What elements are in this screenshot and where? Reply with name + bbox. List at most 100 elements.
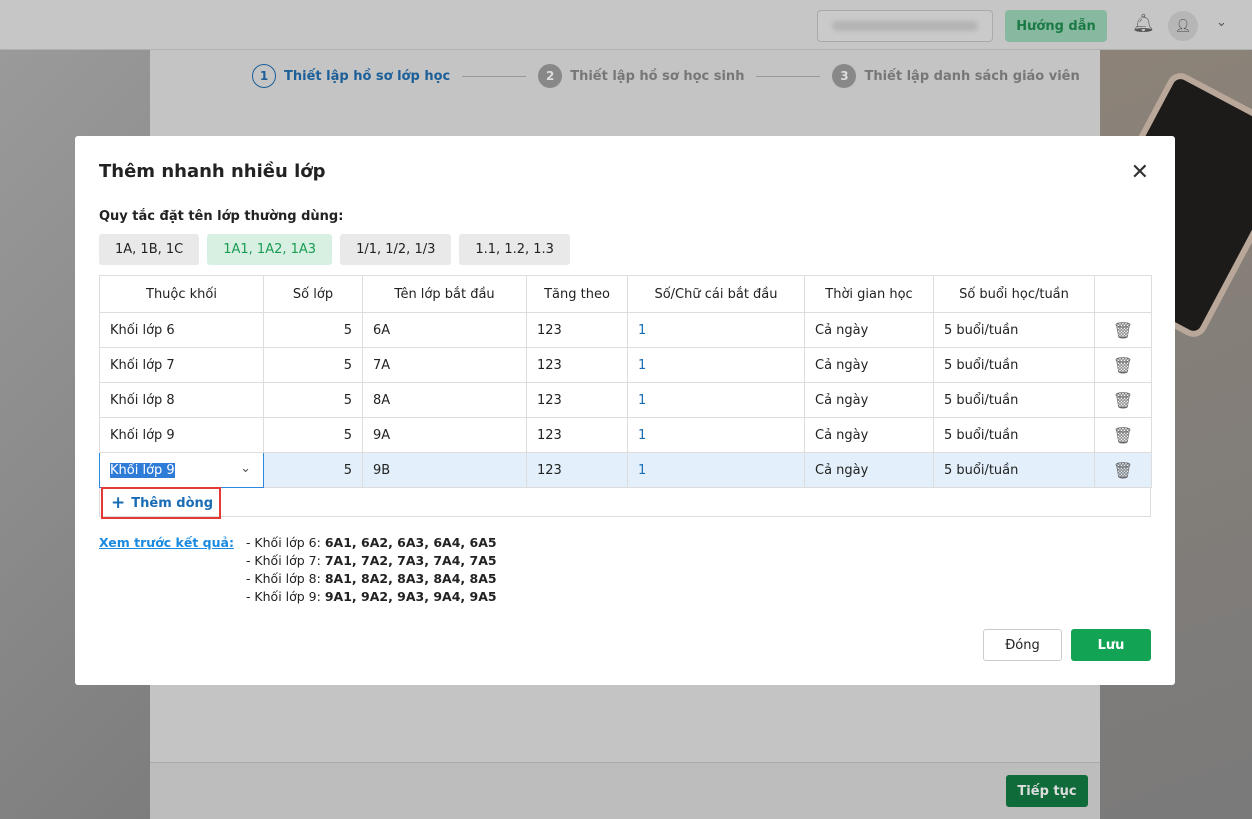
trash-icon[interactable]: 🗑︎ — [1094, 382, 1152, 418]
add-row-label: Thêm dòng — [131, 495, 214, 511]
study-time-cell[interactable]: Cả ngày — [804, 382, 934, 418]
study-time-cell[interactable]: Cả ngày — [804, 417, 934, 453]
preview-grade: - Khối lớp 9: — [245, 589, 325, 604]
sessions-cell[interactable]: 5 buổi/tuần — [933, 347, 1095, 383]
increment-cell[interactable]: 123 — [526, 382, 628, 418]
avatar[interactable]: 👤︎ — [1168, 11, 1198, 41]
column-header-actions — [1094, 275, 1152, 313]
sessions-cell[interactable]: 5 buổi/tuần — [933, 312, 1095, 348]
step-divider — [462, 75, 527, 77]
close-icon[interactable]: ✕ — [1131, 160, 1149, 185]
class-count-cell[interactable]: 5 — [263, 382, 363, 418]
step-number: 1 — [252, 64, 276, 88]
study-time-cell[interactable]: Cả ngày — [804, 452, 934, 488]
step-label: Thiết lập hồ sơ học sinh — [570, 68, 745, 84]
footer-bar — [150, 762, 1100, 819]
cancel-button[interactable]: Đóng — [983, 629, 1062, 661]
preview-classes: 8A1, 8A2, 8A3, 8A4, 8A5 — [324, 571, 497, 586]
table-row[interactable]: Khối lớp 6 5 6A 123 1 Cả ngày 5 buổi/tuần 🗑︎ — [99, 312, 1152, 348]
start-char-cell[interactable]: 1 — [627, 382, 805, 418]
start-name-cell[interactable]: 8A — [362, 382, 527, 418]
table-row[interactable]: Khối lớp 9 ⌄ 5 9B 123 1 Cả ngày 5 buổi/tuần 🗑︎ — [99, 452, 1152, 488]
sessions-cell[interactable]: 5 buổi/tuần — [933, 382, 1095, 418]
sessions-cell[interactable]: 5 buổi/tuần — [933, 417, 1095, 453]
start-char-cell[interactable]: 1 — [627, 312, 805, 348]
preview-item: - Khối lớp 8: 8A1, 8A2, 8A3, 8A4, 8A5 — [246, 570, 497, 588]
preview-classes: 9A1, 9A2, 9A3, 9A4, 9A5 — [324, 589, 497, 604]
start-char-cell[interactable]: 1 — [627, 417, 805, 453]
bell-icon[interactable]: 🔔︎ — [1132, 13, 1155, 34]
table-row[interactable]: Khối lớp 7 5 7A 123 1 Cả ngày 5 buổi/tuần 🗑︎ — [99, 347, 1152, 383]
preview-link[interactable]: Xem trước kết quả: — [99, 534, 234, 606]
class-count-cell[interactable]: 5 — [263, 312, 363, 348]
trash-icon[interactable]: 🗑︎ — [1094, 347, 1152, 383]
grade-cell[interactable]: Khối lớp 6 — [99, 312, 264, 348]
trash-icon[interactable]: 🗑︎ — [1094, 417, 1152, 453]
preset-button-selected[interactable]: 1A1, 1A2, 1A3 — [207, 234, 333, 265]
increment-cell[interactable]: 123 — [526, 452, 628, 488]
continue-button[interactable]: Tiếp tục — [1006, 775, 1088, 807]
step-1[interactable]: 1 Thiết lập hồ sơ lớp học — [252, 64, 450, 88]
step-divider — [756, 75, 821, 77]
step-2[interactable]: 2 Thiết lập hồ sơ học sinh — [538, 64, 744, 88]
grade-select-value: Khối lớp 9 — [110, 462, 175, 478]
start-name-cell[interactable]: 9B — [362, 452, 527, 488]
grade-cell[interactable]: Khối lớp 7 — [99, 347, 264, 383]
preview-item: - Khối lớp 7: 7A1, 7A2, 7A3, 7A4, 7A5 — [246, 552, 497, 570]
chevron-down-icon[interactable]: ⌄ — [1216, 15, 1227, 30]
study-time-cell[interactable]: Cả ngày — [804, 312, 934, 348]
naming-presets: 1A, 1B, 1C 1A1, 1A2, 1A3 1/1, 1/2, 1/3 1… — [99, 234, 570, 265]
table-row[interactable]: Khối lớp 8 5 8A 123 1 Cả ngày 5 buổi/tuần 🗑︎ — [99, 382, 1152, 418]
start-char-cell[interactable]: 1 — [627, 452, 805, 488]
preview-item: - Khối lớp 9: 9A1, 9A2, 9A3, 9A4, 9A5 — [246, 588, 497, 606]
start-name-cell[interactable]: 9A — [362, 417, 527, 453]
plus-icon: + — [111, 493, 126, 513]
column-header: Tăng theo — [526, 275, 628, 313]
step-number: 2 — [538, 64, 563, 88]
class-count-cell[interactable]: 5 — [263, 417, 363, 453]
grade-cell[interactable]: Khối lớp 8 — [99, 382, 264, 418]
start-name-cell[interactable]: 6A — [362, 312, 527, 348]
step-label: Thiết lập danh sách giáo viên — [864, 68, 1080, 84]
column-header: Thuộc khối — [99, 275, 264, 313]
preview-classes: 7A1, 7A2, 7A3, 7A4, 7A5 — [324, 553, 497, 568]
step-label: Thiết lập hồ sơ lớp học — [284, 68, 451, 84]
increment-cell[interactable]: 123 — [526, 312, 628, 348]
trash-icon[interactable]: 🗑︎ — [1094, 312, 1152, 348]
column-header: Tên lớp bắt đầu — [362, 275, 527, 313]
grade-select[interactable]: Khối lớp 9 ⌄ — [99, 452, 264, 488]
step-3[interactable]: 3 Thiết lập danh sách giáo viên — [832, 64, 1080, 88]
add-row-area — [99, 488, 1151, 517]
table-header: Thuộc khối Số lớp Tên lớp bắt đầu Tăng theo… — [99, 275, 1152, 313]
preview-grade: - Khối lớp 7: — [245, 553, 325, 568]
column-header: Thời gian học — [804, 275, 934, 313]
preset-button[interactable]: 1A, 1B, 1C — [99, 234, 200, 265]
column-header: Số buổi học/tuần — [933, 275, 1095, 313]
naming-rule-label: Quy tắc đặt tên lớp thường dùng: — [99, 209, 344, 224]
class-count-cell[interactable]: 5 — [263, 347, 363, 383]
start-name-cell[interactable]: 7A — [362, 347, 527, 383]
preset-button[interactable]: 1/1, 1/2, 1/3 — [340, 234, 452, 265]
sessions-cell[interactable]: 5 buổi/tuần — [933, 452, 1095, 488]
save-button[interactable]: Lưu — [1071, 629, 1151, 661]
classes-table: Thuộc khối Số lớp Tên lớp bắt đầu Tăng theo… — [99, 275, 1152, 488]
table-row[interactable]: Khối lớp 9 5 9A 123 1 Cả ngày 5 buổi/tuần 🗑︎ — [99, 417, 1152, 453]
guide-button[interactable]: Hướng dẫn — [1005, 10, 1107, 42]
start-char-cell[interactable]: 1 — [627, 347, 805, 383]
increment-cell[interactable]: 123 — [526, 417, 628, 453]
chevron-down-icon[interactable]: ⌄ — [240, 461, 251, 476]
school-search-input[interactable] — [817, 10, 993, 42]
preview-grade: - Khối lớp 6: — [245, 535, 325, 550]
preview-list: - Khối lớp 6: 6A1, 6A2, 6A3, 6A4, 6A5- K… — [246, 534, 497, 606]
study-time-cell[interactable]: Cả ngày — [804, 347, 934, 383]
preset-button[interactable]: 1.1, 1.2, 1.3 — [459, 234, 570, 265]
preview-item: - Khối lớp 6: 6A1, 6A2, 6A3, 6A4, 6A5 — [246, 534, 497, 552]
quick-add-classes-dialog: Thêm nhanh nhiều lớp ✕ Quy tắc đặt tên l… — [75, 136, 1175, 685]
class-count-cell[interactable]: 5 — [263, 452, 363, 488]
trash-icon[interactable]: 🗑︎ — [1094, 452, 1152, 488]
add-row-button[interactable]: + Thêm dòng — [101, 487, 221, 519]
top-bar: Hướng dẫn 🔔︎ 👤︎ ⌄ — [0, 0, 1252, 50]
step-number: 3 — [832, 64, 857, 88]
grade-cell[interactable]: Khối lớp 9 — [99, 417, 264, 453]
increment-cell[interactable]: 123 — [526, 347, 628, 383]
